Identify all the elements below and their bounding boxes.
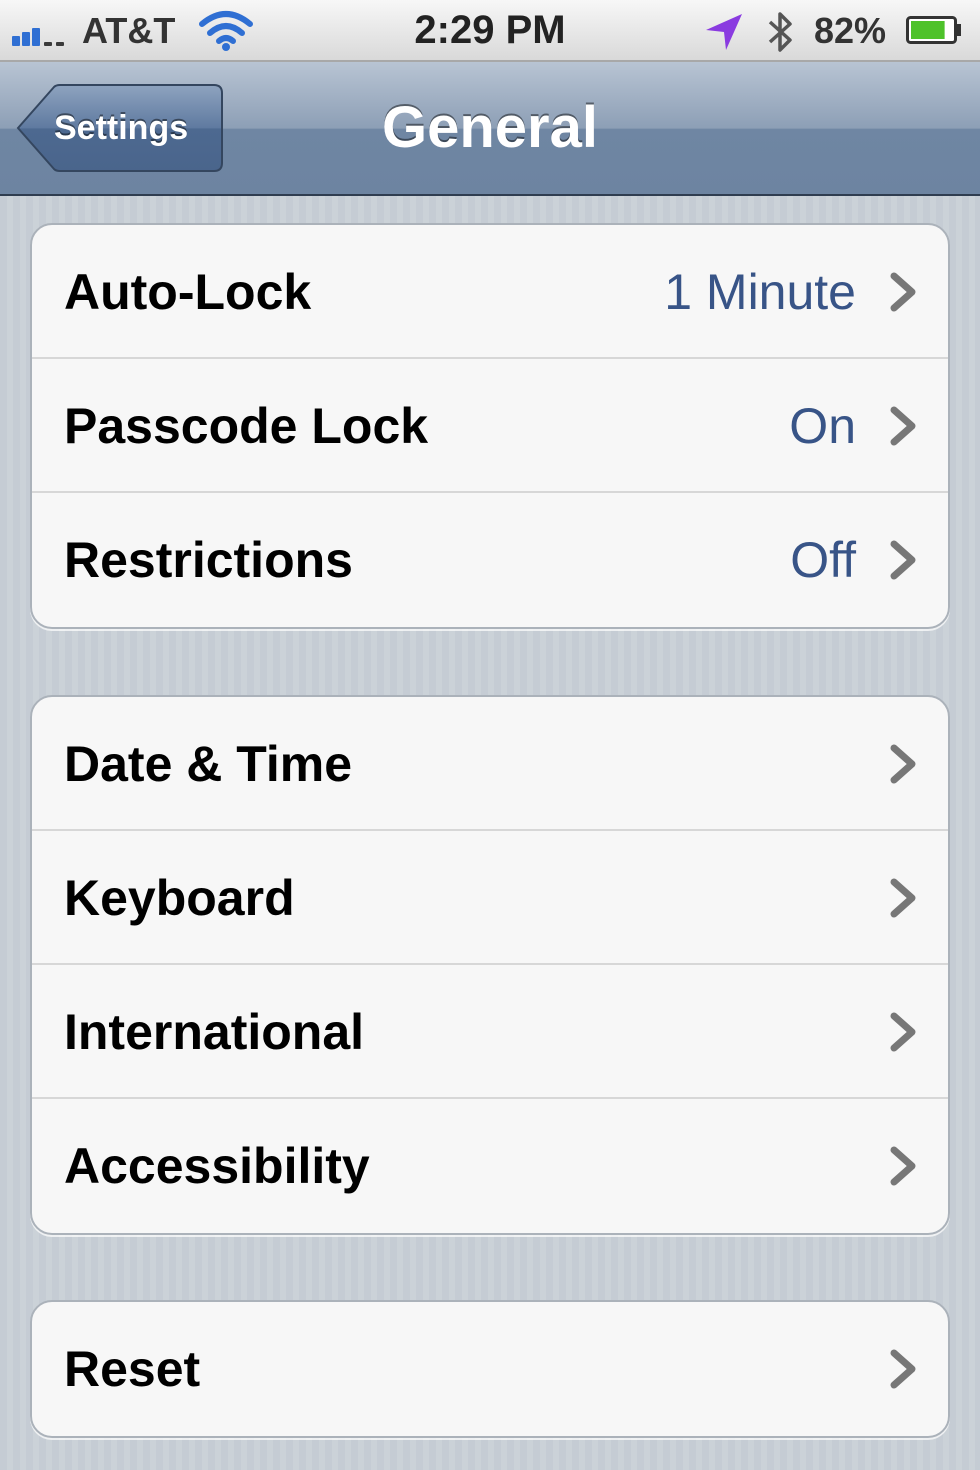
settings-group-security: Auto-Lock 1 Minute Passcode Lock On Rest… [30, 223, 950, 629]
row-accessibility[interactable]: Accessibility [32, 1099, 948, 1233]
row-value: On [789, 398, 856, 454]
row-label: Date & Time [64, 736, 353, 792]
row-international[interactable]: International [32, 965, 948, 1099]
row-reset[interactable]: Reset [32, 1302, 948, 1436]
battery-icon [906, 16, 961, 44]
row-restrictions[interactable]: Restrictions Off [32, 493, 948, 627]
row-value: Off [790, 532, 856, 588]
chevron-right-icon [890, 1146, 916, 1186]
navigation-bar: Settings General [0, 62, 980, 196]
chevron-right-icon [890, 540, 916, 580]
chevron-right-icon [890, 406, 916, 446]
row-label: Passcode Lock [64, 398, 429, 454]
row-label: Keyboard [64, 870, 295, 926]
chevron-right-icon [890, 878, 916, 918]
row-label: Reset [64, 1341, 201, 1397]
settings-group-system: Date & Time Keyboard International Acces… [30, 695, 950, 1235]
status-bar: AT&T 2:29 PM 82% [0, 0, 980, 62]
battery-percent: 82% [814, 10, 887, 51]
location-arrow-icon [706, 14, 742, 50]
row-passcode-lock[interactable]: Passcode Lock On [32, 359, 948, 493]
row-date-time[interactable]: Date & Time [32, 697, 948, 831]
settings-group-reset: Reset [30, 1300, 950, 1438]
row-keyboard[interactable]: Keyboard [32, 831, 948, 965]
chevron-right-icon [890, 744, 916, 784]
chevron-right-icon [890, 272, 916, 312]
row-label: Auto-Lock [64, 264, 312, 320]
row-label: International [64, 1004, 365, 1060]
row-value: 1 Minute [664, 264, 856, 320]
chevron-right-icon [890, 1012, 916, 1052]
bluetooth-icon [768, 12, 792, 52]
page-title: General [382, 95, 598, 160]
row-label: Restrictions [64, 532, 353, 588]
row-label: Accessibility [64, 1138, 370, 1194]
row-auto-lock[interactable]: Auto-Lock 1 Minute [32, 225, 948, 359]
chevron-right-icon [890, 1349, 916, 1389]
